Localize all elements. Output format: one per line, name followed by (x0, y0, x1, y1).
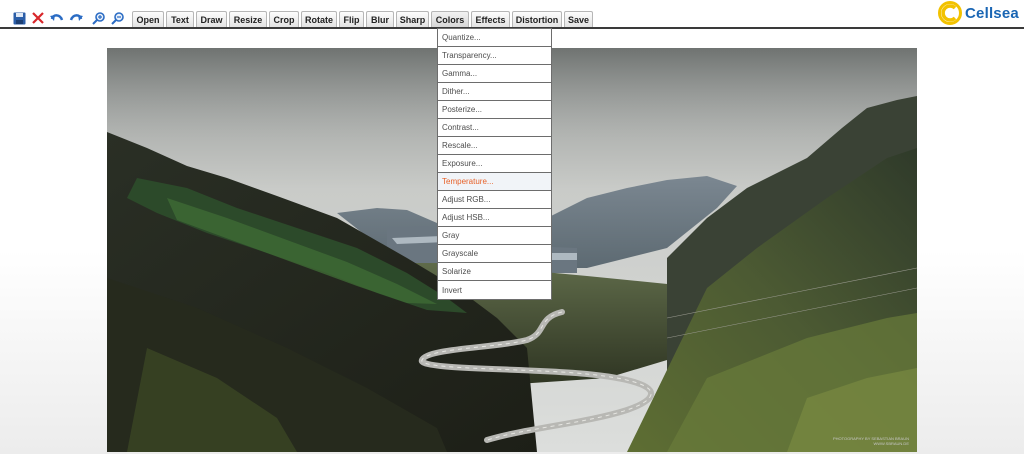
redo-icon[interactable] (68, 10, 84, 26)
sharp-button[interactable]: Sharp (396, 11, 429, 27)
resize-button[interactable]: Resize (229, 11, 267, 27)
menu-item-temperature[interactable]: Temperature... (438, 173, 551, 191)
menu-item-transparency[interactable]: Transparency... (438, 47, 551, 65)
cellsea-logo[interactable]: Cellsea (938, 1, 1019, 25)
crop-button[interactable]: Crop (269, 11, 299, 27)
distortion-button[interactable]: Distortion (512, 11, 562, 27)
toolbar: Open Text Draw Resize Crop Rotate Flip B… (0, 0, 1024, 29)
menu-item-exposure[interactable]: Exposure... (438, 155, 551, 173)
menu-item-posterize[interactable]: Posterize... (438, 101, 551, 119)
colors-dropdown-menu: Quantize... Transparency... Gamma... Dit… (437, 28, 552, 300)
zoom-in-icon[interactable] (90, 10, 106, 26)
menu-item-grayscale[interactable]: Grayscale (438, 245, 551, 263)
menu-item-quantize[interactable]: Quantize... (438, 29, 551, 47)
menu-item-adjust-hsb[interactable]: Adjust HSB... (438, 209, 551, 227)
menu-item-solarize[interactable]: Solarize (438, 263, 551, 281)
menu-item-adjust-rgb[interactable]: Adjust RGB... (438, 191, 551, 209)
open-button[interactable]: Open (132, 11, 164, 27)
draw-button[interactable]: Draw (196, 11, 227, 27)
cellsea-logo-icon (938, 1, 962, 25)
menu-item-dither[interactable]: Dither... (438, 83, 551, 101)
photo-watermark: PHOTOGRAPHY BY SEBASTIAN BRAUN WWW.SBRAU… (833, 436, 909, 446)
menu-item-invert[interactable]: Invert (438, 281, 551, 299)
menu-item-gamma[interactable]: Gamma... (438, 65, 551, 83)
text-button[interactable]: Text (166, 11, 194, 27)
menu-item-rescale[interactable]: Rescale... (438, 137, 551, 155)
logo-text: Cellsea (965, 4, 1019, 22)
colors-button[interactable]: Colors (431, 11, 469, 27)
menu-item-contrast[interactable]: Contrast... (438, 119, 551, 137)
save-button[interactable]: Save (564, 11, 593, 27)
menu-item-gray[interactable]: Gray (438, 227, 551, 245)
save-icon[interactable] (11, 10, 27, 26)
rotate-button[interactable]: Rotate (301, 11, 337, 27)
watermark-line-2: WWW.SBRAUN.DE (873, 441, 909, 446)
zoom-out-icon[interactable] (109, 10, 125, 26)
flip-button[interactable]: Flip (339, 11, 364, 27)
undo-icon[interactable] (49, 10, 65, 26)
blur-button[interactable]: Blur (366, 11, 394, 27)
effects-button[interactable]: Effects (471, 11, 510, 27)
close-icon[interactable] (30, 10, 46, 26)
